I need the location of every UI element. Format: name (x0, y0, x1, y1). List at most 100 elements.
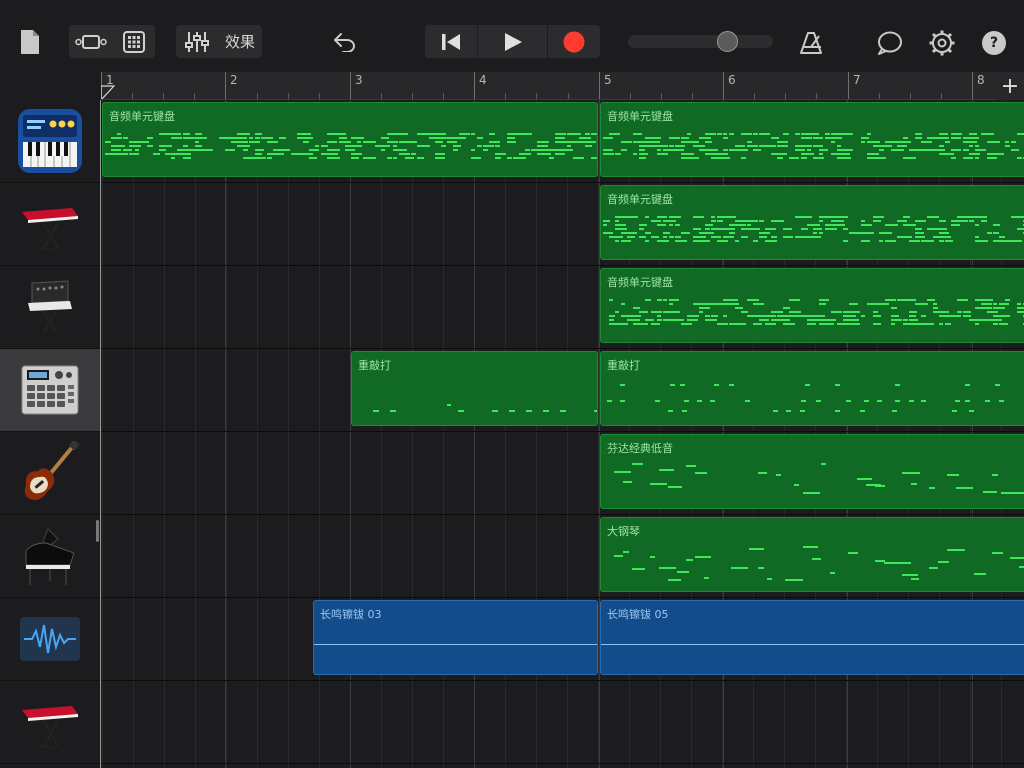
midi-note (921, 303, 928, 305)
midi-region[interactable]: 大钢琴 (600, 517, 1024, 592)
master-volume-slider[interactable] (628, 31, 773, 52)
playhead-icon[interactable] (101, 80, 115, 100)
midi-note (609, 232, 613, 234)
midi-region[interactable]: 音频单元键盘 (600, 102, 1024, 177)
midi-region[interactable]: 音频单元键盘 (102, 102, 598, 177)
play-button[interactable] (477, 25, 548, 58)
track-header-bass[interactable] (0, 432, 100, 515)
midi-note (947, 474, 959, 476)
midi-note (237, 145, 250, 147)
midi-note (650, 483, 667, 485)
midi-note (639, 236, 646, 238)
midi-note (651, 323, 660, 325)
midi-note (895, 384, 900, 386)
track-header-grand-piano[interactable] (0, 515, 100, 598)
track-header-audio-unit-keyboard[interactable] (0, 100, 100, 183)
midi-note (1017, 133, 1024, 135)
tracks-view-button[interactable] (69, 25, 112, 58)
settings-button[interactable] (927, 28, 957, 58)
track-header-audio-recorder[interactable] (0, 598, 100, 681)
help-button[interactable]: ? (982, 31, 1006, 55)
bar-number: 2 (230, 73, 238, 87)
midi-region[interactable]: 芬达经典低音 (600, 434, 1024, 509)
drum-machine-icon (21, 365, 79, 415)
midi-note (965, 400, 970, 402)
midi-note (939, 323, 943, 325)
track-resize-handle[interactable] (96, 520, 99, 542)
midi-note (843, 153, 850, 155)
midi-note (321, 145, 328, 147)
midi-note (594, 410, 597, 412)
midi-note (651, 141, 660, 143)
midi-note (453, 149, 458, 151)
midi-note (657, 311, 661, 313)
midi-note (885, 240, 896, 242)
midi-note (609, 315, 615, 317)
midi-note (786, 410, 791, 412)
midi-note (867, 232, 874, 234)
midi-note (693, 157, 699, 159)
beat-tick (754, 93, 755, 99)
timeline-ruler[interactable]: 1 2 3 4 5 6 7 8 (101, 72, 1024, 100)
midi-note (783, 323, 795, 325)
midi-note (981, 307, 992, 309)
tracks-area[interactable]: 音频单元键盘 音频单元键盘 音频单元键盘 音频单元键盘 重敲打 重敲打 芬达经典低音 大钢琴长… (102, 100, 1024, 768)
midi-note (969, 133, 977, 135)
midi-note (939, 133, 948, 135)
record-button[interactable] (548, 25, 600, 58)
midi-note (843, 319, 855, 321)
midi-note (705, 224, 713, 226)
midi-note (659, 469, 674, 471)
midi-region[interactable]: 重敲打 (351, 351, 598, 426)
midi-note (711, 319, 716, 321)
grand-piano-icon (25, 528, 75, 585)
volume-knob[interactable] (717, 31, 738, 52)
midi-note (669, 303, 673, 305)
region-label: 芬达经典低音 (607, 442, 673, 455)
metronome-button[interactable] (796, 28, 826, 58)
midi-note (195, 141, 199, 143)
midi-note (993, 323, 998, 325)
midi-note (1005, 141, 1009, 143)
midi-note (909, 319, 918, 321)
go-to-beginning-button[interactable] (425, 25, 477, 58)
track-header-red-keyboard-2[interactable] (0, 681, 100, 764)
loop-browser-button[interactable] (875, 28, 905, 58)
midi-note (615, 220, 619, 222)
midi-note (963, 137, 976, 139)
live-loops-grid-button[interactable] (112, 25, 155, 58)
beat-tick (257, 93, 258, 99)
midi-note (777, 157, 783, 159)
audio-region[interactable]: 长鸣镲钹 03 (313, 600, 598, 675)
track-header-drum-machine[interactable] (0, 349, 100, 432)
audio-region[interactable]: 长鸣镲钹 05 (600, 600, 1024, 675)
midi-note (669, 145, 674, 147)
midi-note (723, 315, 727, 317)
midi-note (975, 224, 979, 226)
midi-note (645, 216, 649, 218)
midi-note (681, 232, 690, 234)
track-header-red-keyboard[interactable] (0, 183, 100, 266)
add-section-button[interactable]: + (996, 72, 1024, 100)
audio-waveform (314, 644, 597, 645)
midi-note (585, 133, 590, 135)
midi-note (735, 307, 743, 309)
midi-region[interactable]: 音频单元键盘 (600, 185, 1024, 260)
midi-note (657, 137, 661, 139)
region-label: 长鸣镲钹 05 (607, 608, 669, 621)
midi-note (663, 149, 675, 151)
undo-button[interactable] (328, 26, 362, 58)
effects-button[interactable]: 效果 (218, 25, 262, 58)
midi-region[interactable]: 重敲打 (600, 351, 1024, 426)
my-songs-button[interactable] (16, 26, 44, 58)
midi-note (603, 224, 607, 226)
midi-note (111, 137, 122, 139)
midi-note (645, 145, 658, 147)
midi-region[interactable]: 音频单元键盘 (600, 268, 1024, 343)
mixer-button[interactable] (176, 25, 218, 58)
track-header-vintage-synth[interactable] (0, 266, 100, 349)
midi-note (267, 153, 274, 155)
midi-note (1017, 311, 1024, 313)
midi-note (873, 141, 877, 143)
midi-note (645, 319, 654, 321)
